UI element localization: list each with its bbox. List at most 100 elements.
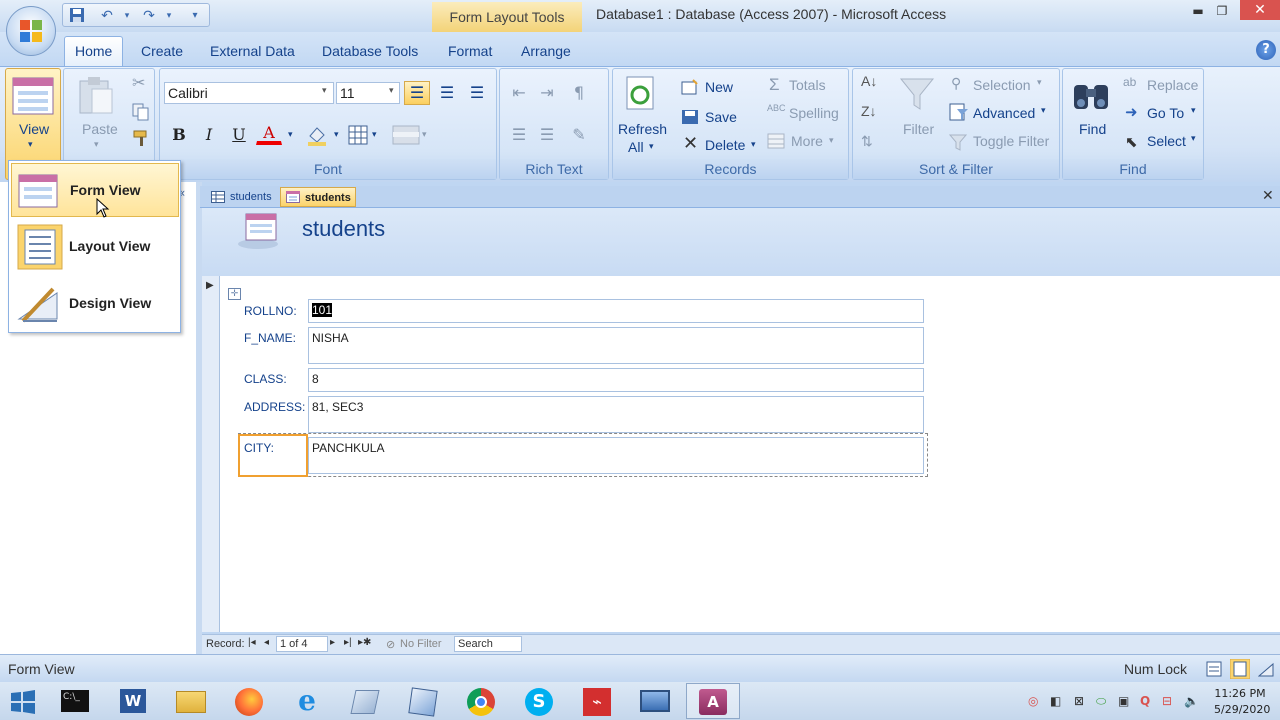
minimize-button[interactable]: ▬	[1186, 2, 1210, 20]
tray-icon-6[interactable]: Q	[1140, 694, 1150, 708]
clock-date[interactable]: 5/29/2020	[1214, 703, 1270, 716]
numbering-icon[interactable]: ☰	[534, 123, 560, 147]
bullets-icon[interactable]: ☰	[506, 123, 532, 147]
copy-icon[interactable]	[132, 103, 150, 121]
totals-button[interactable]: Totals	[789, 77, 826, 93]
next-record-icon[interactable]: ▸	[330, 637, 335, 648]
redo-dropdown-icon[interactable]: ▾	[159, 7, 179, 25]
word-taskbar-icon[interactable]: W	[106, 683, 160, 719]
previous-record-icon[interactable]: ◂	[264, 637, 269, 648]
clear-sort-icon[interactable]: ⇅	[861, 133, 873, 150]
tray-icon-2[interactable]: ◧	[1050, 694, 1061, 708]
sort-ascending-icon[interactable]: A↓	[861, 73, 877, 89]
redo-icon[interactable]: ↷	[139, 7, 159, 25]
font-color-dropdown-icon[interactable]: ▾	[288, 129, 293, 140]
goto-dropdown-icon[interactable]: ▾	[1191, 105, 1196, 116]
record-selector[interactable]	[202, 276, 220, 632]
tray-icon-1[interactable]: ◎	[1028, 694, 1038, 708]
font-family-select[interactable]: Calibri	[164, 82, 334, 104]
find-button[interactable]: Find	[1079, 121, 1106, 137]
more-button[interactable]: More	[791, 133, 823, 149]
highlight-icon[interactable]: ✎	[566, 123, 592, 147]
address-field[interactable]: 81, SEC3	[308, 396, 924, 433]
internet-explorer-taskbar-icon[interactable]: e	[280, 683, 334, 719]
underline-button[interactable]: U	[226, 123, 252, 147]
tab-create[interactable]: Create	[141, 40, 183, 66]
tray-icon-3[interactable]: ⊠	[1074, 694, 1084, 708]
replace-button[interactable]: Replace	[1147, 77, 1198, 93]
notes-taskbar-icon[interactable]	[338, 683, 392, 719]
view-dropdown-icon[interactable]: ▾	[28, 139, 33, 150]
selection-dropdown-icon[interactable]: ▾	[1037, 77, 1042, 88]
volume-icon[interactable]: 🔈	[1184, 694, 1199, 708]
undo-icon[interactable]: ↶	[97, 7, 117, 25]
explorer-taskbar-icon[interactable]	[164, 683, 218, 719]
fill-color-icon[interactable]	[306, 124, 328, 146]
tab-students-table[interactable]: students	[206, 187, 278, 207]
paste-button[interactable]: Paste	[82, 121, 118, 137]
view-button-label[interactable]: View	[19, 121, 49, 137]
firefox-taskbar-icon[interactable]	[222, 683, 276, 719]
undo-dropdown-icon[interactable]: ▾	[117, 7, 137, 25]
tray-icon-4[interactable]: ⬭	[1096, 694, 1106, 709]
tab-arrange[interactable]: Arrange	[521, 40, 571, 66]
toggle-filter-button[interactable]: Toggle Filter	[973, 133, 1049, 149]
clock-time[interactable]: 11:26 PM	[1214, 687, 1266, 700]
search-field[interactable]: Search	[454, 636, 522, 652]
italic-button[interactable]: I	[196, 123, 222, 147]
refresh-button[interactable]: Refresh	[618, 121, 667, 137]
paste-dropdown-icon[interactable]: ▾	[94, 139, 99, 150]
fill-color-dropdown-icon[interactable]: ▾	[334, 129, 339, 140]
gridlines-icon[interactable]	[348, 125, 368, 145]
acrobat-taskbar-icon[interactable]: ⌁	[570, 683, 624, 719]
font-size-dropdown-icon[interactable]: ▾	[389, 85, 394, 96]
decrease-indent-icon[interactable]: ⇤	[506, 81, 532, 105]
new-record-nav-icon[interactable]: ▸✱	[358, 637, 371, 648]
alternate-fill-dropdown-icon[interactable]: ▾	[422, 129, 427, 140]
new-button[interactable]: New	[705, 79, 733, 95]
access-taskbar-icon[interactable]: A	[686, 683, 740, 719]
advanced-button[interactable]: Advanced	[973, 105, 1035, 121]
filter-button[interactable]: Filter	[903, 121, 934, 137]
menu-item-form-view[interactable]: Form View	[11, 163, 179, 217]
save-icon[interactable]	[67, 7, 87, 25]
class-field[interactable]: 8	[308, 368, 924, 392]
menu-item-layout-view[interactable]: Layout View	[11, 220, 179, 274]
save-button[interactable]: Save	[705, 109, 737, 125]
layout-selector-icon[interactable]: ✛	[228, 288, 241, 300]
tab-home[interactable]: Home	[64, 36, 124, 66]
skype-taskbar-icon[interactable]: S	[512, 683, 566, 719]
font-family-dropdown-icon[interactable]: ▾	[322, 85, 327, 96]
close-document-icon[interactable]: ✕	[1262, 188, 1278, 204]
align-center-icon[interactable]: ☰	[434, 81, 460, 105]
help-icon[interactable]: ?	[1256, 40, 1276, 60]
selection-button[interactable]: Selection	[973, 77, 1031, 93]
office-button[interactable]	[6, 6, 56, 56]
tray-icon-5[interactable]: ▣	[1118, 694, 1129, 708]
align-right-icon[interactable]: ☰	[464, 81, 490, 105]
tray-icon-7[interactable]: ⊟	[1162, 694, 1172, 708]
form-view-status-icon[interactable]	[1206, 661, 1222, 677]
spelling-button[interactable]: Spelling	[789, 105, 839, 121]
virtualbox-taskbar-icon[interactable]	[396, 683, 450, 719]
chrome-taskbar-icon[interactable]	[454, 683, 508, 719]
align-left-icon[interactable]: ☰	[404, 81, 430, 105]
delete-button[interactable]: Delete	[705, 137, 745, 153]
format-painter-icon[interactable]	[132, 129, 150, 147]
gridlines-dropdown-icon[interactable]: ▾	[372, 129, 377, 140]
paragraph-icon[interactable]: ¶	[566, 81, 592, 105]
windows-start-icon[interactable]	[10, 690, 36, 714]
remote-desktop-taskbar-icon[interactable]	[628, 683, 682, 719]
tab-students-form[interactable]: students	[280, 187, 356, 207]
fname-field[interactable]: NISHA	[308, 327, 924, 364]
cmd-taskbar-icon[interactable]: C:\_	[48, 683, 102, 719]
city-field[interactable]: PANCHKULA	[308, 437, 924, 474]
last-record-icon[interactable]: ▸|	[344, 637, 352, 648]
tab-format[interactable]: Format	[448, 40, 492, 66]
select-dropdown-icon[interactable]: ▾	[1191, 133, 1196, 144]
first-record-icon[interactable]: |◂	[248, 637, 256, 648]
design-view-status-icon[interactable]	[1258, 661, 1274, 677]
tab-database-tools[interactable]: Database Tools	[322, 40, 418, 66]
cut-icon[interactable]: ✂	[132, 73, 145, 93]
more-dropdown-icon[interactable]: ▾	[829, 135, 834, 146]
